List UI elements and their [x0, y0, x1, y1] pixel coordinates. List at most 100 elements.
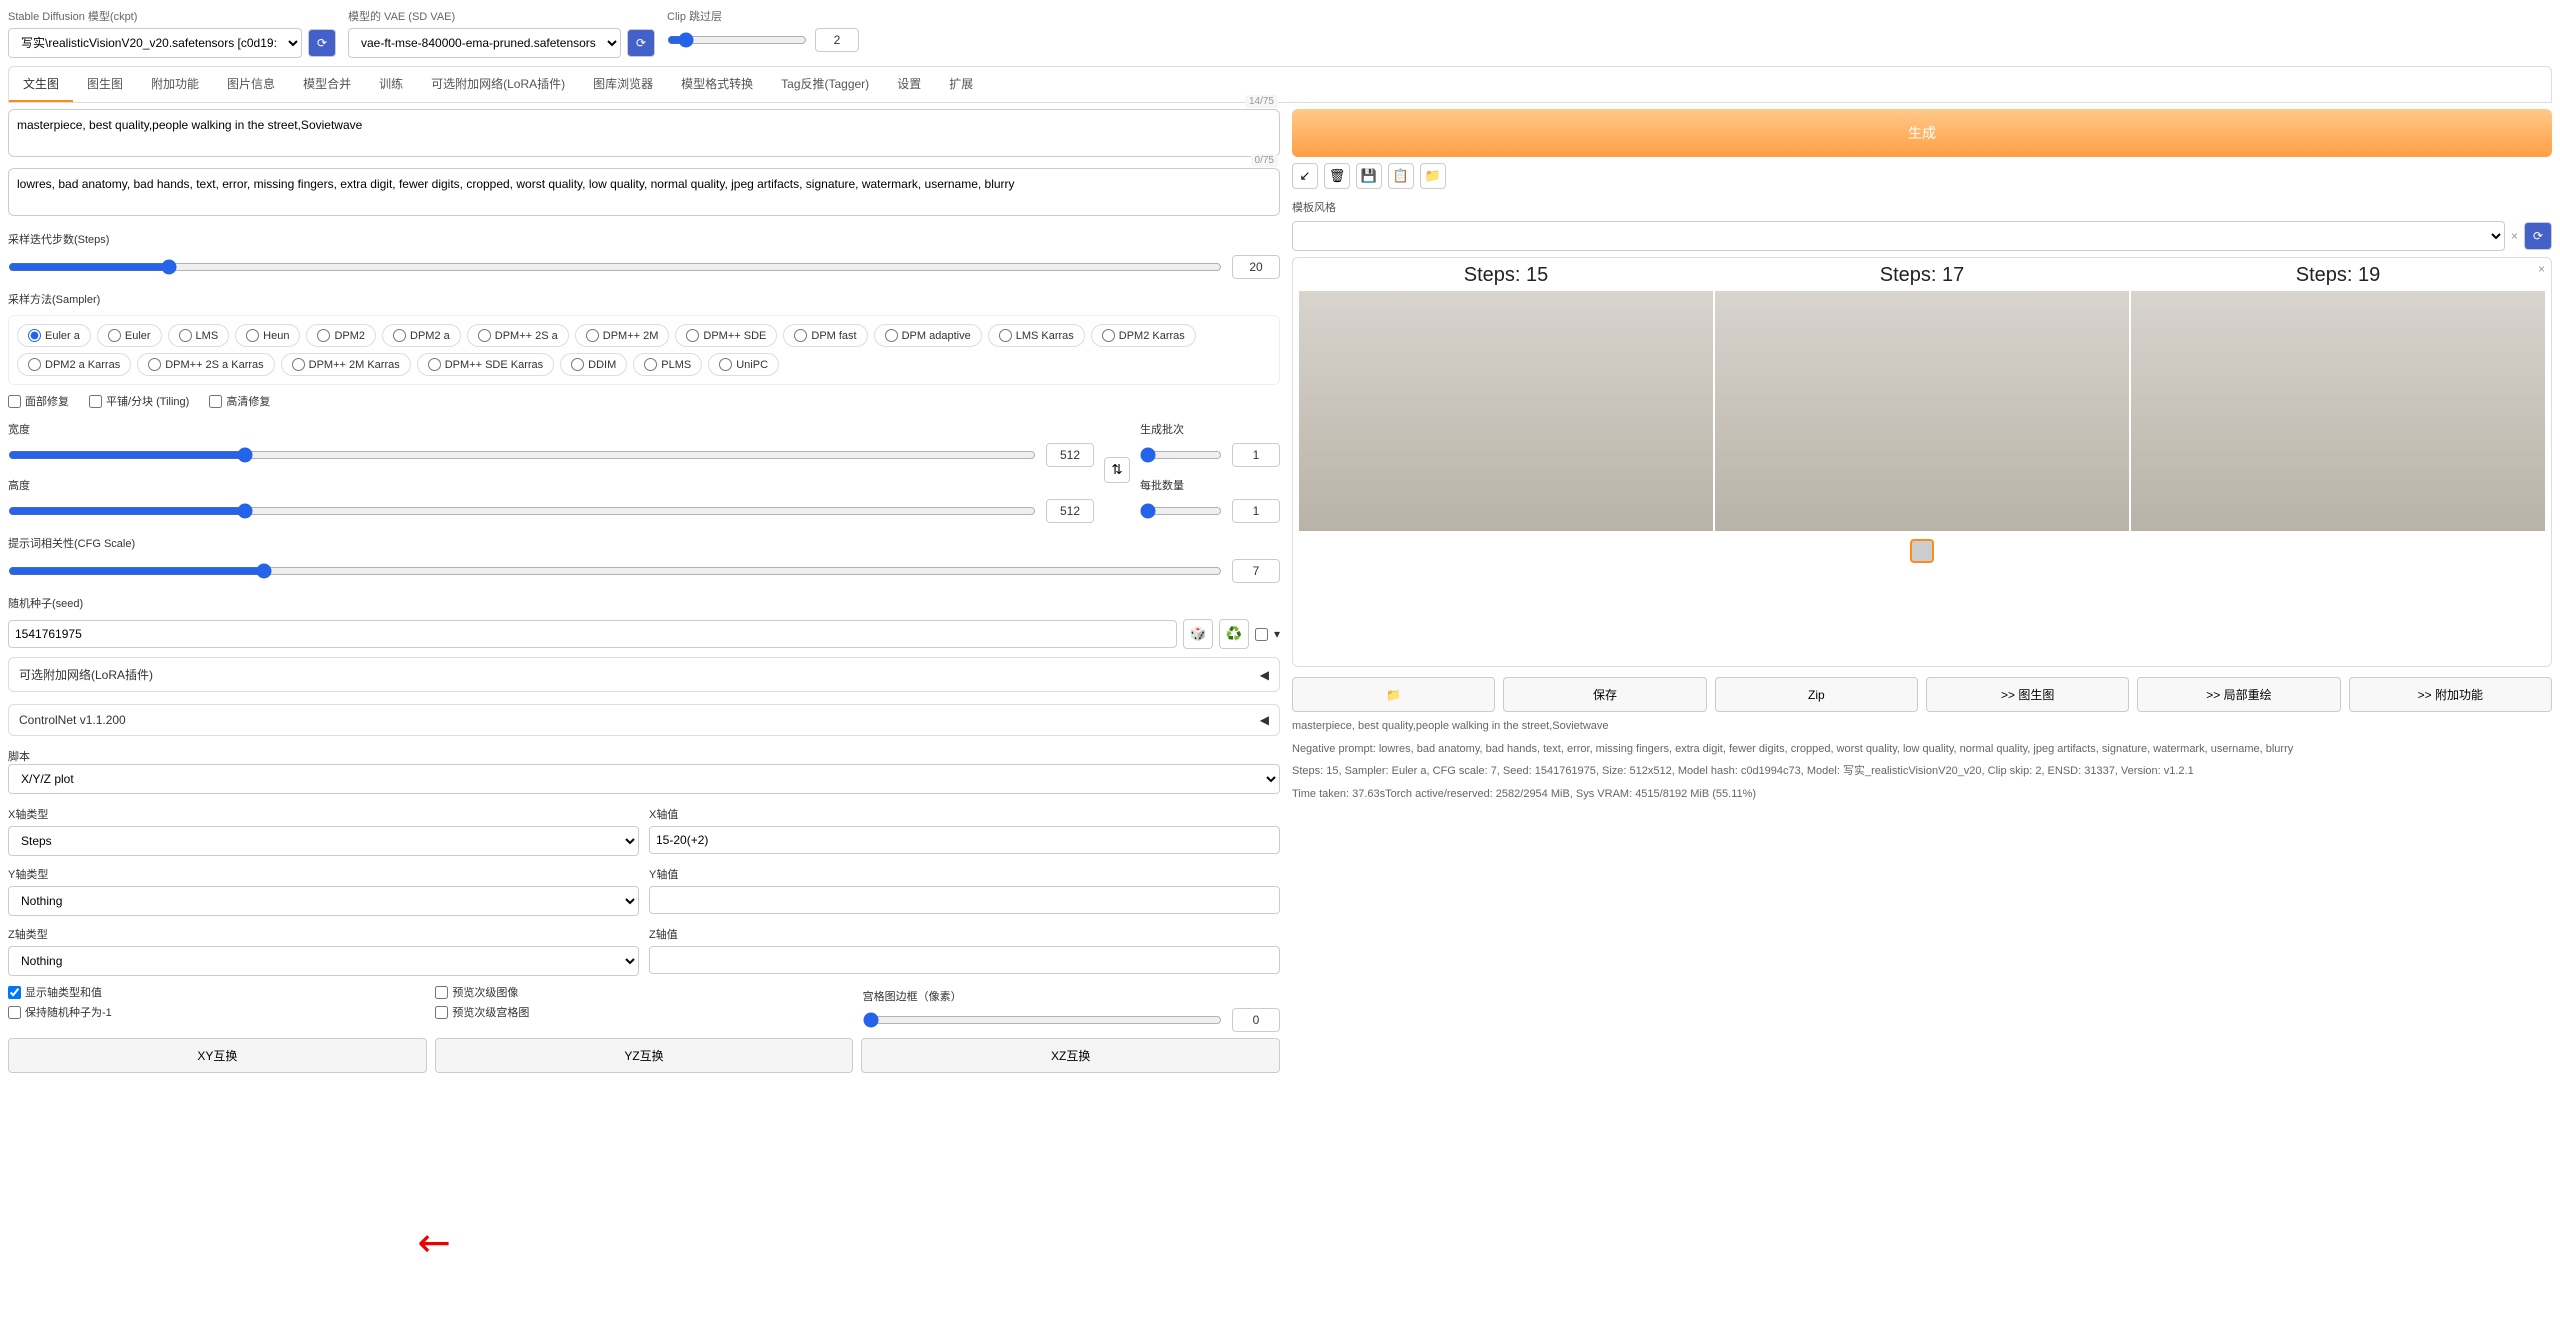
steps-slider[interactable]	[8, 259, 1222, 275]
sampler-dpmpp2mkarras[interactable]: DPM++ 2M Karras	[281, 353, 411, 376]
width-slider[interactable]	[8, 447, 1036, 463]
tiling-checkbox[interactable]: 平铺/分块 (Tiling)	[89, 393, 189, 409]
face-restore-checkbox[interactable]: 面部修复	[8, 393, 69, 409]
hires-checkbox[interactable]: 高清修复	[209, 393, 270, 409]
result-image-2[interactable]	[1715, 291, 2129, 531]
save-button[interactable]: 保存	[1503, 677, 1706, 712]
sampler-heun[interactable]: Heun	[235, 324, 300, 347]
batch-count-value[interactable]: 1	[1232, 443, 1280, 467]
height-value[interactable]: 512	[1046, 499, 1094, 523]
swap-wh-button[interactable]: ⇅	[1104, 457, 1130, 483]
tab-train[interactable]: 训练	[365, 67, 417, 102]
sampler-ddim[interactable]: DDIM	[560, 353, 627, 376]
z-val-input[interactable]	[649, 946, 1280, 974]
sampler-lms[interactable]: LMS	[168, 324, 230, 347]
lora-accordion[interactable]: 可选附加网络(LoRA插件)◀	[8, 657, 1280, 692]
zip-button[interactable]: Zip	[1715, 677, 1918, 712]
tab-tagger[interactable]: Tag反推(Tagger)	[767, 67, 883, 102]
tab-pnginfo[interactable]: 图片信息	[213, 67, 289, 102]
model-select[interactable]: 写实\realisticVisionV20_v20.safetensors [c…	[8, 28, 302, 58]
sampler-dpmppsdekarras[interactable]: DPM++ SDE Karras	[417, 353, 554, 376]
seed-dice-button[interactable]: 🎲	[1183, 619, 1213, 649]
close-icon[interactable]: ×	[2538, 262, 2545, 276]
sampler-dpmpp2sakarras[interactable]: DPM++ 2S a Karras	[137, 353, 274, 376]
tab-browser[interactable]: 图库浏览器	[579, 67, 667, 102]
send-img2img-button[interactable]: >> 图生图	[1926, 677, 2129, 712]
z-type-select[interactable]: Nothing	[8, 946, 639, 976]
sampler-euler[interactable]: Euler	[97, 324, 162, 347]
trash-icon[interactable]: 🗑	[1324, 163, 1350, 189]
interrogate-icon[interactable]: ↙	[1292, 163, 1318, 189]
cfg-value[interactable]: 7	[1232, 559, 1280, 583]
script-select[interactable]: X/Y/Z plot	[8, 764, 1280, 794]
seed-extra-checkbox[interactable]	[1255, 628, 1268, 641]
swap-xy-button[interactable]: XY互换	[8, 1038, 427, 1073]
model-label: Stable Diffusion 模型(ckpt)	[8, 8, 336, 24]
negative-prompt-input[interactable]: lowres, bad anatomy, bad hands, text, er…	[8, 168, 1280, 216]
chevron-icon: ◀	[1260, 668, 1269, 682]
sampler-dpmfast[interactable]: DPM fast	[783, 324, 867, 347]
batch-size-slider[interactable]	[1140, 503, 1222, 519]
sampler-lmskarras[interactable]: LMS Karras	[988, 324, 1085, 347]
y-val-input[interactable]	[649, 886, 1280, 914]
x-type-select[interactable]: Steps	[8, 826, 639, 856]
sampler-dpm2akarras[interactable]: DPM2 a Karras	[17, 353, 131, 376]
include-grid-checkbox[interactable]: 预览次级宫格图	[435, 1004, 852, 1020]
tab-convert[interactable]: 模型格式转换	[667, 67, 767, 102]
controlnet-accordion[interactable]: ControlNet v1.1.200◀	[8, 704, 1280, 736]
width-value[interactable]: 512	[1046, 443, 1094, 467]
sampler-dpmpp2sa[interactable]: DPM++ 2S a	[467, 324, 569, 347]
x-val-input[interactable]	[649, 826, 1280, 854]
send-inpaint-button[interactable]: >> 局部重绘	[2137, 677, 2340, 712]
thumbnail[interactable]	[1910, 539, 1934, 563]
clipboard-icon[interactable]: 📋	[1388, 163, 1414, 189]
refresh-model-icon[interactable]: ⟳	[308, 29, 336, 57]
send-extras-button[interactable]: >> 附加功能	[2349, 677, 2552, 712]
tab-merge[interactable]: 模型合并	[289, 67, 365, 102]
tab-settings[interactable]: 设置	[883, 67, 935, 102]
swap-yz-button[interactable]: YZ互换	[435, 1038, 854, 1073]
sampler-unipc[interactable]: UniPC	[708, 353, 779, 376]
prompt-input[interactable]: masterpiece, best quality,people walking…	[8, 109, 1280, 157]
show-legend-checkbox[interactable]: 显示轴类型和值	[8, 984, 425, 1000]
sampler-dpm2karras[interactable]: DPM2 Karras	[1091, 324, 1196, 347]
style-select[interactable]	[1292, 221, 2505, 251]
refresh-style-icon[interactable]: ⟳	[2524, 222, 2552, 250]
open-folder-button[interactable]: 📁	[1292, 677, 1495, 712]
y-type-select[interactable]: Nothing	[8, 886, 639, 916]
tab-img2img[interactable]: 图生图	[73, 67, 137, 102]
clip-slider[interactable]	[667, 32, 807, 48]
clear-style-icon[interactable]: ×	[2511, 229, 2518, 243]
sampler-dpmppsde[interactable]: DPM++ SDE	[675, 324, 777, 347]
generate-button[interactable]: 生成	[1292, 109, 2552, 157]
margin-slider[interactable]	[863, 1012, 1222, 1028]
tab-txt2img[interactable]: 文生图	[9, 67, 73, 102]
seed-recycle-button[interactable]: ♻️	[1219, 619, 1249, 649]
tab-lora[interactable]: 可选附加网络(LoRA插件)	[417, 67, 579, 102]
sampler-euler-a[interactable]: Euler a	[17, 324, 91, 347]
swap-xz-button[interactable]: XZ互换	[861, 1038, 1280, 1073]
batch-size-value[interactable]: 1	[1232, 499, 1280, 523]
margin-value[interactable]: 0	[1232, 1008, 1280, 1032]
refresh-vae-icon[interactable]: ⟳	[627, 29, 655, 57]
steps-value[interactable]: 20	[1232, 255, 1280, 279]
sampler-dpmadaptive[interactable]: DPM adaptive	[874, 324, 982, 347]
keep-seed-checkbox[interactable]: 保持随机种子为-1	[8, 1004, 425, 1020]
tab-extras[interactable]: 附加功能	[137, 67, 213, 102]
seed-input[interactable]	[8, 620, 1177, 648]
sampler-dpm2[interactable]: DPM2	[306, 324, 376, 347]
vae-select[interactable]: vae-ft-mse-840000-ema-pruned.safetensors	[348, 28, 621, 58]
height-slider[interactable]	[8, 503, 1036, 519]
batch-count-slider[interactable]	[1140, 447, 1222, 463]
result-image-1[interactable]	[1299, 291, 1713, 531]
result-image-3[interactable]	[2131, 291, 2545, 531]
clip-value[interactable]: 2	[815, 28, 859, 52]
sampler-plms[interactable]: PLMS	[633, 353, 702, 376]
include-sub-checkbox[interactable]: 预览次级图像	[435, 984, 852, 1000]
sampler-dpmpp2m[interactable]: DPM++ 2M	[575, 324, 670, 347]
tab-extensions[interactable]: 扩展	[935, 67, 987, 102]
sampler-dpm2a[interactable]: DPM2 a	[382, 324, 461, 347]
cfg-slider[interactable]	[8, 563, 1222, 579]
folder-icon[interactable]: 📁	[1420, 163, 1446, 189]
save-icon[interactable]: 💾	[1356, 163, 1382, 189]
